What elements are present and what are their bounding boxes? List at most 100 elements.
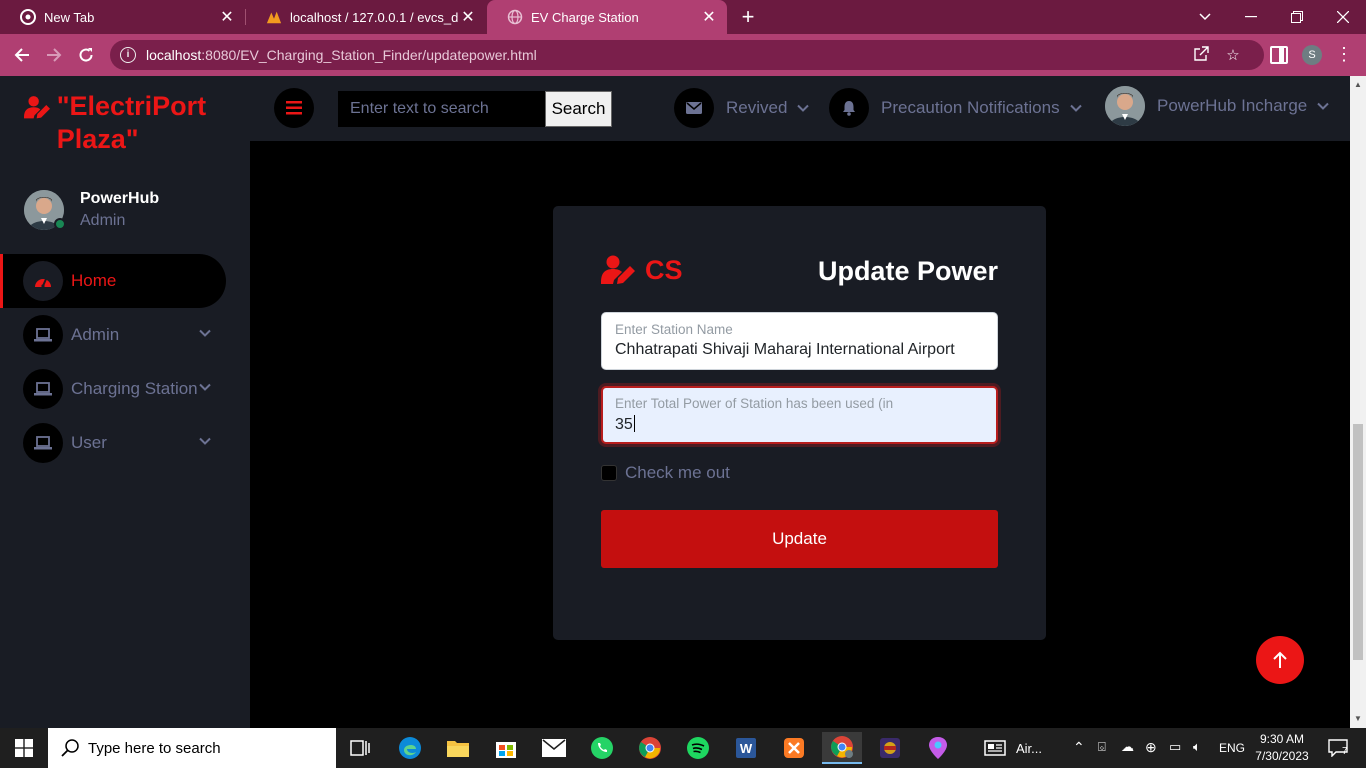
scroll-up-arrow-icon[interactable]: ▲ [1354,80,1362,89]
taskbar-search-placeholder: Type here to search [88,739,221,757]
notifications-label: Precaution Notifications [881,98,1060,117]
sidebar-item-user[interactable]: User [0,416,250,470]
chevron-down-icon [199,437,211,445]
tab-title: EV Charge Station [531,9,639,25]
language-indicator[interactable]: ENG [1219,741,1245,755]
onedrive-icon[interactable]: ☁ [1121,739,1134,755]
brand[interactable]: "ElectriPort Plaza" [24,90,234,156]
messages-dropdown[interactable]: Revived [674,88,810,128]
notifications-dropdown[interactable]: Precaution Notifications [829,88,1082,128]
minimize-button[interactable] [1228,0,1274,34]
windows-logo-icon [15,739,33,757]
tab-ev-charge-station[interactable]: EV Charge Station ✕ [487,0,727,34]
laptop-icon [23,423,63,463]
online-status-dot [54,218,66,230]
chrome-icon [20,9,36,25]
chrome-icon[interactable] [630,732,670,764]
reload-icon[interactable] [74,43,98,67]
chevron-down-icon [199,329,211,337]
new-tab-button[interactable]: + [737,4,759,30]
profile-label: PowerHub Incharge [1157,96,1308,115]
update-power-form: CS Update Power Enter Station Name Chhat… [553,206,1046,640]
network-globe-icon[interactable]: ⊕ [1145,739,1157,756]
side-panel-icon[interactable] [1270,46,1288,64]
word-icon[interactable]: W [726,732,766,764]
tab-title: New Tab [44,9,95,25]
windows-start-button[interactable] [0,728,48,768]
form-logo[interactable]: CS [601,254,683,286]
share-icon[interactable] [1192,46,1210,64]
search-icon [61,739,79,757]
close-icon[interactable]: ✕ [699,7,719,27]
sidebar-item-charging-station[interactable]: Charging Station [0,362,250,416]
mail-icon[interactable] [534,732,574,764]
spotify-icon[interactable] [678,732,718,764]
address-bar[interactable]: i localhost:8080/EV_Charging_Station_Fin… [110,40,1264,70]
brand-name: "ElectriPort Plaza" [56,91,207,154]
page-scrollbar[interactable]: ▲ ▼ [1350,76,1366,728]
more-menu-icon[interactable]: ⋮ [1335,44,1353,65]
search-input[interactable] [338,91,546,127]
chevron-up-icon[interactable]: ⌃ [1073,739,1085,756]
tab-search-icon[interactable] [1182,0,1228,34]
sidebar-item-admin[interactable]: Admin [0,308,250,362]
total-power-field[interactable]: Enter Total Power of Station has been us… [601,386,998,444]
bookmark-star-icon[interactable]: ☆ [1224,46,1242,64]
chevron-down-icon [1317,102,1329,110]
file-explorer-icon[interactable] [438,732,478,764]
scroll-down-arrow-icon[interactable]: ▼ [1354,714,1362,723]
weather-label: Air... [1016,740,1043,756]
station-name-field[interactable]: Enter Station Name Chhatrapati Shivaji M… [601,312,998,370]
whatsapp-icon[interactable] [582,732,622,764]
search-button[interactable]: Search [545,91,612,127]
speaker-icon[interactable]: 🔈︎ [1193,739,1201,755]
sidebar-user: PowerHub Admin [24,188,159,232]
chrome-profile-icon[interactable] [822,732,862,764]
forward-arrow-icon[interactable] [42,43,66,67]
profile-dropdown[interactable]: PowerHub Incharge [1105,86,1329,126]
weather-widget[interactable]: Air... [984,732,1060,764]
profile-avatar[interactable]: S [1302,45,1322,65]
check-me-out-label: Check me out [625,463,730,482]
messages-label: Revived [726,98,788,117]
sidebar-toggle-button[interactable] [274,88,314,128]
close-icon[interactable]: ✕ [217,7,237,27]
sidebar-menu: Home Admin Charging Station User [0,254,250,470]
update-button[interactable]: Update [601,510,998,568]
scrollbar-thumb[interactable] [1353,424,1363,660]
clock-date[interactable]: 7/30/2023 [1252,749,1312,763]
close-icon[interactable]: ✕ [458,7,478,27]
taskbar-search-box[interactable]: Type here to search [48,728,336,768]
battery-icon[interactable]: ▭ [1169,739,1181,755]
sidebar-item-label: User [71,433,107,452]
chevron-down-icon [797,104,810,112]
xampp-icon[interactable] [774,732,814,764]
total-power-label: Enter Total Power of Station has been us… [615,396,894,411]
user-edit-icon [601,255,635,284]
info-icon[interactable]: i [120,47,136,63]
user-name: PowerHub [80,190,160,207]
back-arrow-icon[interactable] [10,43,34,67]
restore-button[interactable] [1274,0,1320,34]
sidebar-item-label: Charging Station [71,379,198,398]
form-title: Update Power [817,256,998,286]
phpmyadmin-icon [266,9,282,25]
envelope-icon [674,88,714,128]
microsoft-store-icon[interactable] [486,732,526,764]
check-me-out-checkbox[interactable] [601,465,617,481]
tray-device-icon[interactable]: ⌺ [1098,739,1106,755]
tab-new-tab[interactable]: New Tab ✕ [0,0,245,34]
notification-count: 7 [1342,746,1348,757]
svg-text:W: W [740,741,753,756]
maps-pin-icon[interactable] [918,732,958,764]
task-view-icon[interactable] [340,732,380,764]
clock-time[interactable]: 9:30 AM [1258,732,1306,746]
check-me-out[interactable]: Check me out [601,463,730,483]
sidebar-item-home[interactable]: Home [0,254,226,308]
notification-center-icon[interactable]: 7 [1318,732,1358,764]
game-app-icon[interactable] [870,732,910,764]
edge-icon[interactable] [390,732,430,764]
tab-phpmyadmin[interactable]: localhost / 127.0.0.1 / evcs_db / r ✕ [246,0,486,34]
back-to-top-button[interactable] [1256,636,1304,684]
close-window-button[interactable] [1320,0,1366,34]
